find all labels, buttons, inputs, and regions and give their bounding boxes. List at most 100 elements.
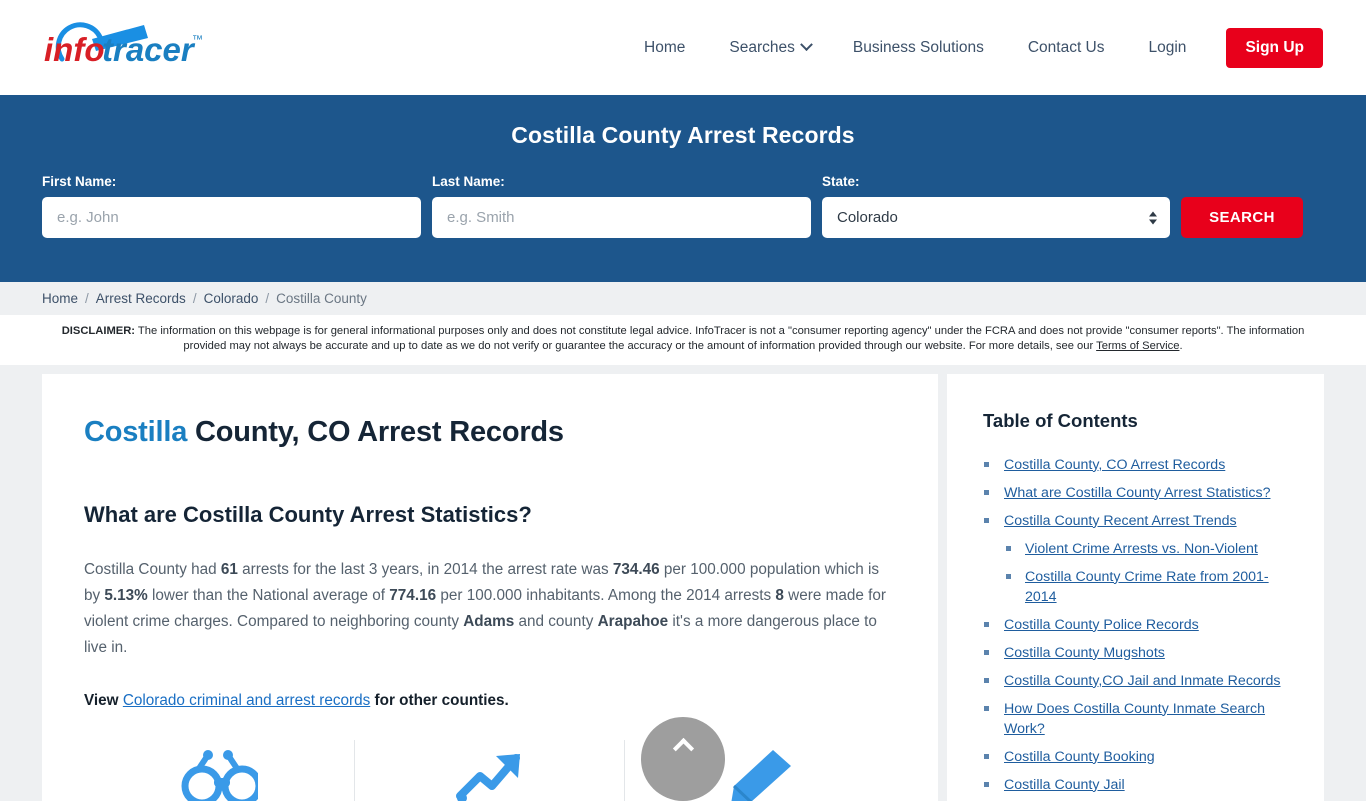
state-select-wrap: Colorado — [822, 197, 1170, 238]
toc-link-booking[interactable]: Costilla County Booking — [1004, 749, 1155, 765]
toc-list: Costilla County, CO Arrest Records What … — [983, 455, 1288, 795]
main-content-card: Costilla County, CO Arrest Records What … — [42, 373, 938, 801]
nav-label: Login — [1148, 38, 1187, 56]
nav-item-business-solutions[interactable]: Business Solutions — [831, 40, 1006, 56]
pen-icon — [730, 749, 791, 801]
disclaimer-tail: . — [1179, 340, 1183, 353]
site-header: info tracer ™ Home Searches Business Sol… — [0, 0, 1366, 95]
breadcrumb-separator: / — [265, 291, 270, 306]
nav-item-login[interactable]: Login — [1127, 40, 1209, 56]
toc-item: What are Costilla County Arrest Statisti… — [983, 483, 1288, 503]
infotracer-logo[interactable]: info tracer ™ — [40, 19, 212, 77]
state-select[interactable]: Colorado — [822, 197, 1170, 238]
stat-violent-count: 8 — [775, 586, 784, 604]
toc-item: Costilla County Mugshots — [983, 643, 1288, 663]
toc-link-mugshots[interactable]: Costilla County Mugshots — [1004, 645, 1165, 661]
feature-cell-1 — [84, 740, 354, 801]
breadcrumb-item-current: Costilla County — [276, 291, 367, 306]
stat-text: lower than the National average of — [147, 586, 390, 604]
breadcrumb-item-home[interactable]: Home — [42, 291, 78, 306]
main-navigation: Home Searches Business Solutions Contact… — [622, 27, 1323, 68]
colorado-records-link[interactable]: Colorado criminal and arrest records — [123, 692, 370, 709]
disclaimer-label: DISCLAIMER: — [61, 325, 136, 337]
stat-percent-lower: 5.13% — [104, 586, 148, 604]
page-title-rest: County, CO Arrest Records — [187, 415, 564, 448]
view-records-line: View Colorado criminal and arrest record… — [84, 692, 896, 710]
search-button[interactable]: SEARCH — [1181, 197, 1303, 238]
toc-link-jail[interactable]: Costilla County Jail — [1004, 777, 1125, 793]
stat-arrest-count: 61 — [220, 560, 238, 578]
toc-title: Table of Contents — [983, 409, 1138, 431]
toc-item: Costilla County Jail — [983, 775, 1288, 795]
stat-arrest-rate: 734.46 — [612, 560, 660, 578]
toc-subitem: Costilla County Crime Rate from 2001-201… — [1004, 567, 1288, 607]
page-title-accent: Costilla — [84, 415, 188, 448]
stat-neighbor-county-2: Arapahoe — [597, 612, 669, 630]
table-of-contents-card: Table of Contents Costilla County, CO Ar… — [947, 373, 1324, 801]
first-name-group: First Name: — [42, 174, 421, 238]
nav-label: Contact Us — [1027, 38, 1105, 56]
toc-item: Costilla County,CO Jail and Inmate Recor… — [983, 671, 1288, 691]
breadcrumb: Home / Arrest Records / Colorado / Costi… — [0, 282, 1366, 315]
toc-item: Costilla County Booking — [983, 747, 1288, 767]
disclaimer-notice: DISCLAIMER: The information on this webp… — [0, 315, 1366, 365]
first-name-input[interactable] — [42, 197, 421, 238]
toc-item: Costilla County Police Records — [983, 615, 1288, 635]
toc-link-inmate-search-work[interactable]: How Does Costilla County Inmate Search W… — [1004, 701, 1265, 737]
last-name-input[interactable] — [432, 197, 811, 238]
chevron-down-icon — [799, 38, 813, 52]
breadcrumb-separator: / — [192, 291, 197, 306]
toc-link-police-records[interactable]: Costilla County Police Records — [1004, 617, 1199, 633]
nav-item-home[interactable]: Home — [622, 40, 707, 56]
infotracer-logo-icon: info tracer ™ — [44, 21, 203, 68]
toc-link-violent-vs-nonviolent[interactable]: Violent Crime Arrests vs. Non-Violent — [1025, 541, 1258, 557]
stat-text: and county — [514, 612, 598, 630]
stat-text: arrests for the last 3 years, in 2014 th… — [237, 560, 613, 578]
feature-cell-2 — [354, 739, 624, 801]
arrest-search-form: First Name: Last Name: State: Colorado S… — [42, 174, 1324, 238]
toc-subitem: Violent Crime Arrests vs. Non-Violent — [1004, 539, 1288, 559]
handcuffs-icon — [181, 749, 258, 801]
toc-link-crime-rate-2001-2014[interactable]: Costilla County Crime Rate from 2001-201… — [1025, 569, 1269, 605]
trend-arrow-icon — [455, 753, 520, 801]
breadcrumb-item-colorado[interactable]: Colorado — [204, 291, 259, 306]
stat-text: Costilla County had — [84, 560, 221, 578]
section-heading-statistics: What are Costilla County Arrest Statisti… — [84, 501, 532, 527]
toc-link-arrest-records[interactable]: Costilla County, CO Arrest Records — [1004, 457, 1225, 473]
svg-text:™: ™ — [192, 34, 203, 46]
toc-link-recent-arrest-trends[interactable]: Costilla County Recent Arrest Trends — [1004, 513, 1237, 529]
arrest-statistics-paragraph: Costilla County had 61 arrests for the l… — [84, 557, 896, 661]
stat-neighbor-county-1: Adams — [463, 612, 515, 630]
state-label: State: — [822, 174, 860, 189]
first-name-label: First Name: — [42, 174, 117, 189]
nav-label: Business Solutions — [852, 38, 984, 56]
nav-label: Home — [644, 38, 686, 56]
search-banner: Costilla County Arrest Records First Nam… — [0, 95, 1366, 282]
sign-up-button[interactable]: Sign Up — [1226, 27, 1323, 68]
feature-icon-row — [84, 739, 896, 801]
page-banner-title: Costilla County Arrest Records — [511, 122, 855, 148]
svg-text:tracer: tracer — [102, 31, 196, 68]
page-title: Costilla County, CO Arrest Records — [84, 416, 896, 449]
svg-text:info: info — [44, 31, 104, 68]
view-suffix: for other counties. — [370, 691, 509, 709]
breadcrumb-item-arrest-records[interactable]: Arrest Records — [96, 291, 186, 306]
scroll-to-top-button[interactable] — [641, 717, 725, 801]
state-group: State: Colorado — [822, 174, 1170, 238]
view-prefix: View — [84, 691, 123, 709]
breadcrumb-separator: / — [85, 291, 89, 306]
toc-item: Costilla County, CO Arrest Records — [983, 455, 1288, 475]
chevron-up-icon — [672, 737, 694, 760]
terms-of-service-link[interactable]: Terms of Service — [1096, 340, 1179, 352]
toc-item: Costilla County Recent Arrest Trends Vio… — [983, 511, 1288, 607]
toc-link-arrest-statistics[interactable]: What are Costilla County Arrest Statisti… — [1004, 485, 1271, 501]
toc-sublist: Violent Crime Arrests vs. Non-Violent Co… — [1004, 539, 1288, 607]
nav-item-searches[interactable]: Searches — [707, 38, 830, 56]
stat-national-average: 774.16 — [389, 586, 437, 604]
last-name-label: Last Name: — [432, 174, 505, 189]
nav-item-contact-us[interactable]: Contact Us — [1006, 40, 1127, 56]
last-name-group: Last Name: — [432, 174, 811, 238]
stat-text: per 100.000 inhabitants. Among the 2014 … — [436, 586, 776, 604]
toc-link-jail-inmate-records[interactable]: Costilla County,CO Jail and Inmate Recor… — [1004, 673, 1281, 689]
toc-item: How Does Costilla County Inmate Search W… — [983, 699, 1288, 739]
